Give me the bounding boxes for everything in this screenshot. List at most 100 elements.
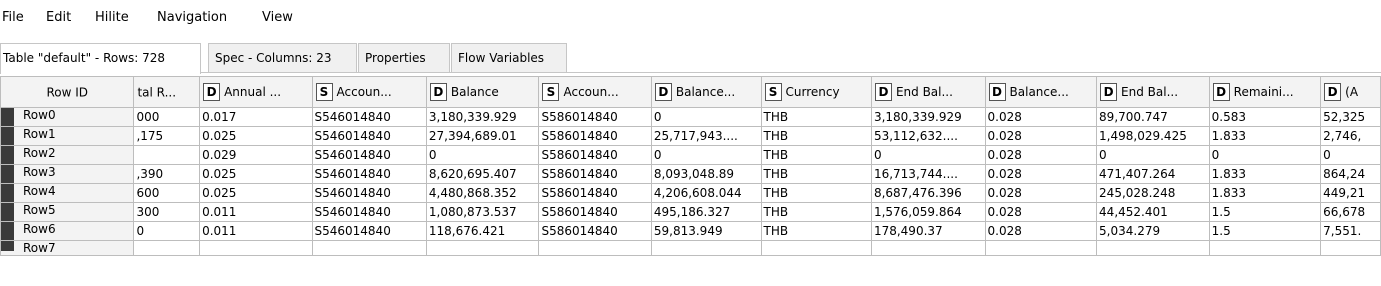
table-cell: 0: [650, 145, 762, 165]
table-cell: 0.028: [984, 145, 1098, 165]
table-cell: 178,490.37: [870, 221, 986, 241]
table-cell: 16,713,744....: [870, 164, 986, 184]
menu-edit[interactable]: Edit: [46, 10, 71, 25]
column-header[interactable]: S Currency: [760, 76, 872, 108]
table-row[interactable]: Row5 300 0.011 S546014840 1,080,873.537 S5860…: [0, 202, 1381, 222]
row-id-label: Row0: [23, 108, 56, 123]
table-cell: 0.029: [199, 145, 313, 165]
row-id-label: Row5: [23, 203, 56, 218]
row-marker: [1, 241, 14, 251]
column-header[interactable]: D Balance: [425, 76, 540, 108]
table-cell: THB: [760, 221, 872, 241]
column-header[interactable]: D Balance...: [984, 76, 1098, 108]
table-cell: 0: [870, 145, 986, 165]
menu-hilite[interactable]: Hilite: [95, 10, 129, 25]
table-cell: 8,093,048.89: [650, 164, 762, 184]
table-cell: 495,186.327: [650, 202, 762, 222]
table-row[interactable]: Row1 ,175 0.025 S546014840 27,394,689.01 S586…: [0, 126, 1381, 146]
double-type-icon: D: [874, 83, 892, 101]
table-cell: 0.028: [984, 183, 1098, 203]
table-cell: 0: [133, 221, 201, 241]
table-row[interactable]: Row3 ,390 0.025 S546014840 8,620,695.407 S586…: [0, 164, 1381, 184]
tab-spec[interactable]: Spec - Columns: 23: [208, 43, 357, 72]
table-cell: 1.833: [1208, 183, 1322, 203]
menu-navigation[interactable]: Navigation: [157, 10, 227, 25]
row-id-label: Row1: [23, 127, 56, 142]
table-cell: 0: [1096, 145, 1210, 165]
string-type-icon: S: [764, 83, 782, 101]
table-cell: 1.833: [1208, 126, 1322, 146]
double-type-icon: D: [988, 83, 1006, 101]
column-header[interactable]: S Accoun...: [311, 76, 427, 108]
row-marker: [1, 127, 14, 145]
table-cell: S546014840: [311, 164, 427, 184]
tab-flow-variables[interactable]: Flow Variables: [451, 43, 567, 72]
tab-divider: [0, 72, 1381, 73]
tab-bar: Table "default" - Rows: 728 Spec - Colum…: [0, 43, 1381, 74]
table-row[interactable]: Row2 0.029 S546014840 0 S586014840 0 THB 0 0.028…: [0, 145, 1381, 165]
row-id-label: Row7: [23, 241, 56, 255]
data-table-viewport[interactable]: Row ID tal R... D Annual ... S Accoun... D…: [0, 76, 1381, 286]
table-header-row: Row ID tal R... D Annual ... S Accoun... D…: [0, 76, 1381, 108]
double-type-icon: D: [1212, 83, 1230, 101]
table-cell: ,390: [133, 164, 201, 184]
table-cell: [1096, 240, 1210, 256]
column-header-row-id[interactable]: Row ID: [0, 76, 135, 108]
table-cell: S546014840: [311, 107, 427, 127]
table-cell: 300: [133, 202, 201, 222]
table-row[interactable]: Row6 0 0.011 S546014840 118,676.421 S58601484…: [0, 221, 1381, 241]
column-header[interactable]: D End Bal...: [1096, 76, 1210, 108]
table-cell: S546014840: [311, 183, 427, 203]
double-type-icon: D: [654, 83, 672, 101]
column-header[interactable]: tal R...: [133, 76, 201, 108]
table-cell: S586014840: [538, 145, 652, 165]
row-id-label: Row3: [23, 165, 56, 180]
table-cell: 3,180,339.929: [870, 107, 986, 127]
column-header[interactable]: D (A: [1320, 76, 1381, 108]
table-cell: 0.011: [199, 221, 313, 241]
row-id-cell: Row7: [0, 240, 135, 256]
row-id-cell: Row6: [0, 221, 135, 241]
menu-file[interactable]: File: [2, 10, 24, 25]
table-cell: [538, 240, 652, 256]
table-cell: 000: [133, 107, 201, 127]
table-cell: 89,700.747: [1096, 107, 1210, 127]
table-cell: S586014840: [538, 221, 652, 241]
column-header[interactable]: D End Bal...: [870, 76, 986, 108]
double-type-icon: D: [203, 83, 221, 101]
row-marker: [1, 222, 14, 240]
column-header[interactable]: D Remaini...: [1208, 76, 1322, 108]
table-cell: THB: [760, 164, 872, 184]
tab-properties[interactable]: Properties: [358, 43, 450, 72]
table-cell: 449,21: [1320, 183, 1381, 203]
table-cell: [133, 240, 201, 256]
table-row[interactable]: Row0 000 0.017 S546014840 3,180,339.929 S5860…: [0, 107, 1381, 127]
column-header[interactable]: D Annual ...: [199, 76, 313, 108]
table-row[interactable]: Row4 600 0.025 S546014840 4,480,868.352 S5860…: [0, 183, 1381, 203]
table-cell: 1.5: [1208, 202, 1322, 222]
table-cell: THB: [760, 183, 872, 203]
menu-view[interactable]: View: [262, 10, 293, 25]
table-cell: 0.011: [199, 202, 313, 222]
column-header[interactable]: S Accoun...: [538, 76, 652, 108]
table-cell: 8,687,476.396: [870, 183, 986, 203]
table-cell: 1.833: [1208, 164, 1322, 184]
table-cell: 5,034.279: [1096, 221, 1210, 241]
table-cell: THB: [760, 107, 872, 127]
table-row[interactable]: Row7: [0, 240, 1381, 256]
tab-table-default[interactable]: Table "default" - Rows: 728: [0, 43, 201, 74]
row-id-label: Row2: [23, 146, 56, 161]
table-cell: 27,394,689.01: [425, 126, 540, 146]
table-cell: 600: [133, 183, 201, 203]
table-cell: 0.028: [984, 107, 1098, 127]
data-table: Row ID tal R... D Annual ... S Accoun... D…: [0, 76, 1381, 256]
table-cell: 3,180,339.929: [425, 107, 540, 127]
table-cell: 0.017: [199, 107, 313, 127]
row-id-cell: Row4: [0, 183, 135, 203]
table-cell: [133, 145, 201, 165]
row-id-cell: Row2: [0, 145, 135, 165]
table-cell: 8,620,695.407: [425, 164, 540, 184]
table-cell: THB: [760, 126, 872, 146]
table-cell: 1,080,873.537: [425, 202, 540, 222]
column-header[interactable]: D Balance...: [650, 76, 762, 108]
